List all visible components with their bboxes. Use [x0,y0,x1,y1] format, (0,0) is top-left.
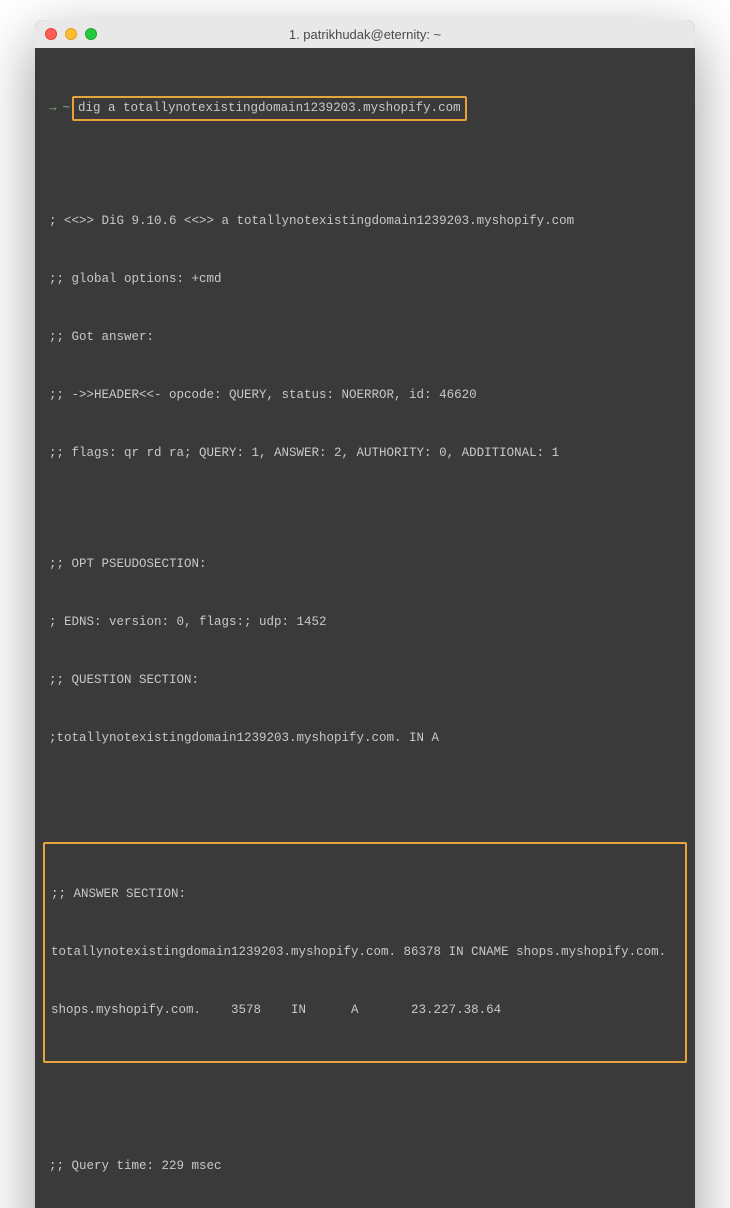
close-button[interactable] [45,28,57,40]
terminal-window: 1. patrikhudak@eternity: ~ → ~ dig a total… [35,20,695,1208]
titlebar: 1. patrikhudak@eternity: ~ [35,20,695,48]
prompt-arrow-icon: → [49,101,57,115]
output-line: ; EDNS: version: 0, flags:; udp: 1452 [49,613,681,632]
output-line: ;; flags: qr rd ra; QUERY: 1, ANSWER: 2,… [49,444,681,463]
output-line: ;totallynotexistingdomain1239203.myshopi… [49,729,681,748]
output-line: ;; ANSWER SECTION: [51,885,679,904]
command-highlight: dig a totallynotexistingdomain1239203.my… [72,96,467,121]
minimize-button[interactable] [65,28,77,40]
output-line: totallynotexistingdomain1239203.myshopif… [51,943,679,962]
prompt-line: → ~ dig a totallynotexistingdomain1239203.… [49,97,681,120]
terminal-body[interactable]: → ~ dig a totallynotexistingdomain1239203.… [35,48,695,1208]
window-controls [45,28,97,40]
output-line: ;; ->>HEADER<<- opcode: QUERY, status: N… [49,386,681,405]
output-line: ;; Query time: 229 msec [49,1157,681,1176]
command-text: dig a totallynotexistingdomain1239203.my… [78,101,461,115]
maximize-button[interactable] [85,28,97,40]
output-line: ;; OPT PSEUDOSECTION: [49,555,681,574]
window-title: 1. patrikhudak@eternity: ~ [35,27,695,42]
prompt-path: ~ [63,101,71,115]
output-line: ;; global options: +cmd [49,270,681,289]
output-line: ;; QUESTION SECTION: [49,671,681,690]
output-line: shops.myshopify.com. 3578 IN A 23.227.38… [51,1001,679,1020]
answer-highlight: ;; ANSWER SECTION: totallynotexistingdom… [43,842,687,1063]
output-line: ;; Got answer: [49,328,681,347]
output-line: ; <<>> DiG 9.10.6 <<>> a totallynotexist… [49,212,681,231]
